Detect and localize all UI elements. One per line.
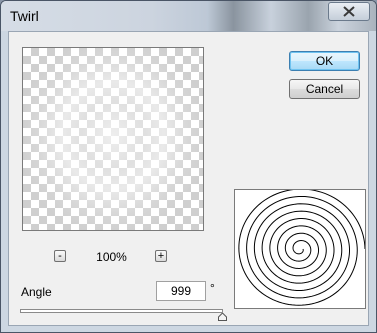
cancel-button[interactable]: Cancel — [289, 79, 360, 99]
filter-preview[interactable] — [22, 47, 204, 231]
zoom-out-button[interactable]: - — [54, 250, 66, 262]
zoom-level: 100% — [96, 250, 127, 264]
spiral-path — [238, 188, 366, 306]
angle-label: Angle — [21, 285, 52, 299]
title-bar — [1, 1, 376, 31]
close-icon — [343, 6, 355, 17]
twirl-dialog: Twirl - 100% + OK Cancel Angle ° — [0, 0, 377, 333]
close-button[interactable] — [328, 2, 370, 21]
twirl-spiral-preview — [234, 188, 366, 309]
dialog-title: Twirl — [10, 8, 39, 24]
angle-slider[interactable] — [20, 309, 223, 313]
preview-image — [23, 48, 203, 230]
angle-input[interactable] — [156, 281, 206, 301]
ok-button[interactable]: OK — [289, 51, 360, 71]
dialog-client-area: - 100% + OK Cancel Angle ° — [8, 31, 369, 326]
spiral-graphic — [238, 188, 366, 306]
slider-thumb[interactable] — [218, 313, 227, 321]
degree-symbol: ° — [210, 281, 215, 295]
zoom-in-button[interactable]: + — [155, 250, 167, 262]
